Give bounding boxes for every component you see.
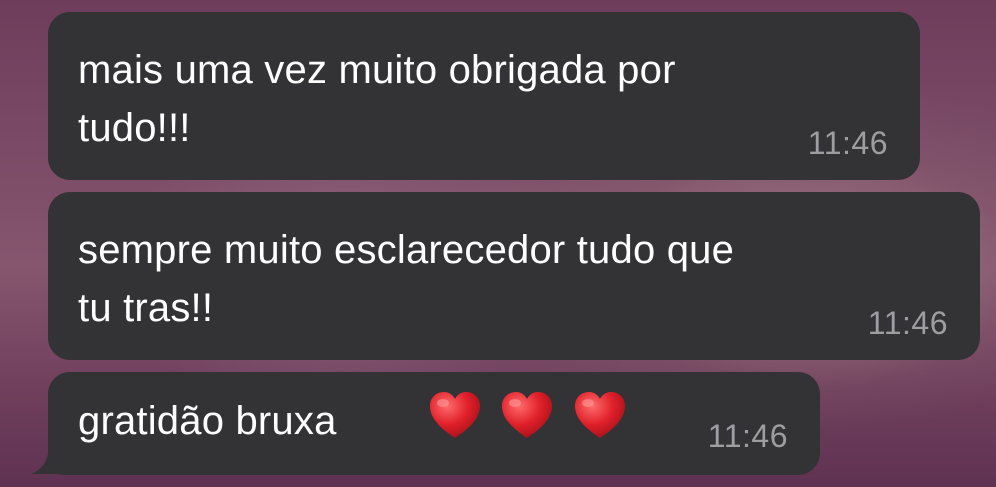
- red-heart-icon: [502, 392, 553, 438]
- message-text: mais uma vez muito obrigada por tudo!!!: [78, 48, 676, 150]
- message-timestamp: 11:46: [867, 305, 948, 341]
- message-timestamp: 11:46: [807, 125, 888, 161]
- message-bubble[interactable]: mais uma vez muito obrigada por tudo!!! …: [48, 12, 920, 180]
- red-heart-icon: [574, 392, 625, 438]
- message-bubble[interactable]: sempre muito esclarecedor tudo que tu tr…: [48, 192, 980, 360]
- red-heart-icon: [430, 392, 480, 438]
- message-timestamp: 11:46: [707, 418, 788, 454]
- message-text: gratidão bruxa: [78, 399, 337, 443]
- message-text: sempre muito esclarecedor tudo que tu tr…: [78, 228, 735, 330]
- chat-thread: mais uma vez muito obrigada por tudo!!! …: [0, 0, 996, 487]
- emoji-group: [428, 390, 627, 448]
